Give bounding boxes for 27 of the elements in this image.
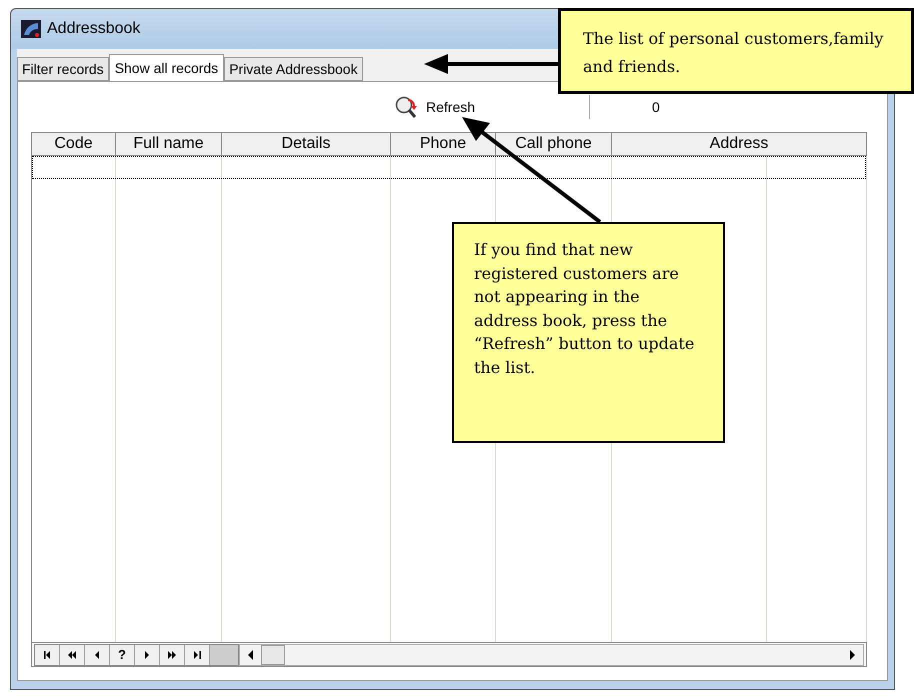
- record-count: 0: [652, 98, 660, 116]
- scroll-right-icon: [850, 650, 855, 660]
- scroll-thumb[interactable]: [261, 644, 285, 664]
- column-header[interactable]: Call phone: [496, 133, 612, 155]
- prevpage-icon: [68, 650, 76, 658]
- next-icon: [145, 650, 149, 658]
- search-refresh-icon: [394, 96, 420, 118]
- column-header[interactable]: Full name: [116, 133, 222, 155]
- table-row[interactable]: [32, 156, 866, 179]
- tab[interactable]: Private Addressbook: [224, 57, 363, 81]
- nextpage-icon: [168, 650, 176, 658]
- app-icon: [21, 20, 41, 38]
- tab[interactable]: Show all records: [108, 54, 224, 81]
- navigator-filler: [210, 644, 238, 664]
- callout-text: The list of personal customers,family and friends.: [583, 29, 884, 76]
- column-header[interactable]: Details: [222, 133, 391, 155]
- prev-icon: [95, 650, 99, 658]
- first-record-icon: [44, 650, 50, 658]
- last-record-icon: [194, 650, 200, 658]
- scroll-left-icon: [248, 650, 253, 660]
- tab[interactable]: Filter records: [17, 57, 109, 81]
- column-header[interactable]: Address: [612, 133, 867, 155]
- horizontal-scrollbar[interactable]: [239, 644, 864, 666]
- callout-text: If you find that new registered customers are not appearing in the address book, press the “Refresh” button to update the list.: [474, 240, 694, 376]
- window-title: Addressbook: [47, 19, 140, 39]
- refresh-button[interactable]: Refresh: [394, 96, 476, 118]
- column-header[interactable]: Code: [32, 133, 116, 155]
